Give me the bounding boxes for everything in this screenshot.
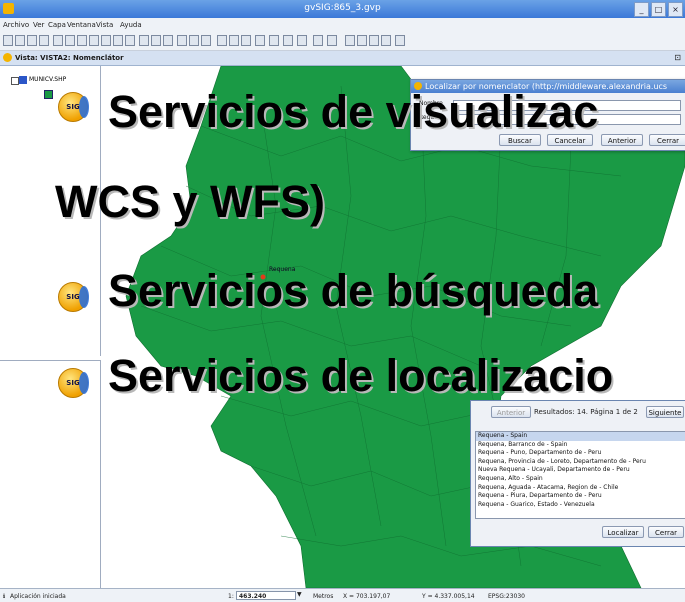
select-point-icon[interactable]	[201, 35, 211, 46]
list-item[interactable]: Requena - Spain	[476, 432, 685, 441]
list-item[interactable]: Nueva Requena - Ucayali, Departamento de…	[476, 466, 685, 475]
close-button[interactable]: ×	[668, 2, 683, 17]
table-icon[interactable]	[313, 35, 323, 46]
projection-label: EPSG:23030	[488, 593, 525, 600]
maximize-button[interactable]: □	[651, 2, 666, 17]
heading-wcs-wfs: WCS y WFS)	[55, 176, 325, 227]
results-summary: Resultados: 14. Página 1 de 2	[534, 408, 638, 416]
list-item[interactable]: Requena, Aguada - Atacama, Region de - C…	[476, 484, 685, 493]
zoom-extent-icon[interactable]	[77, 35, 87, 46]
layer-checkbox[interactable]	[11, 77, 19, 85]
list-item[interactable]: Requena - Piura, Departamento de - Peru	[476, 492, 685, 501]
menu-ayuda[interactable]: Ayuda	[120, 21, 142, 29]
info-status-icon: ℹ	[3, 593, 6, 600]
print-icon[interactable]	[39, 35, 49, 46]
x-coordinate: X = 703.197,07	[343, 593, 391, 600]
add-layer-icon[interactable]	[269, 35, 279, 46]
sig-logo-icon: SIG	[58, 282, 89, 312]
clear-selection-icon[interactable]	[255, 35, 265, 46]
status-bar: ℹ Aplicación iniciada 1: 463.240 ▼ Metro…	[0, 588, 685, 602]
save-icon[interactable]	[27, 35, 37, 46]
menu-archivo[interactable]: Archivo	[3, 21, 29, 29]
measure-distance-icon[interactable]	[177, 35, 187, 46]
sig-logo-icon: SIG	[58, 92, 89, 122]
locator-icon[interactable]	[151, 35, 161, 46]
heading-visualization-services: Servicios de visualizac	[108, 86, 599, 137]
view-title: Vista: VISTA2: Nomenclátor	[15, 54, 124, 62]
heading-location-services: Servicios de localizacio	[108, 350, 614, 401]
list-item[interactable]: Requena, Provincia de - Loreto, Departam…	[476, 458, 685, 467]
new-icon[interactable]	[3, 35, 13, 46]
vector-layer-icon	[19, 76, 27, 84]
locator-map	[0, 360, 101, 589]
scale-input[interactable]: 463.240	[236, 591, 296, 600]
results-next-button[interactable]: Siguiente	[646, 406, 684, 418]
results-close-button[interactable]: Cerrar	[648, 526, 684, 538]
window-title: gvSIG:865_3.gvp	[304, 3, 381, 13]
menu-vista[interactable]: Vista	[96, 21, 113, 29]
info-icon[interactable]	[163, 35, 173, 46]
layer-symbol-swatch	[44, 90, 53, 99]
zoom-out-icon[interactable]	[65, 35, 75, 46]
layout-icon[interactable]	[327, 35, 337, 46]
minimize-button[interactable]: _	[634, 2, 649, 17]
list-item[interactable]: Requena, Barranco de - Spain	[476, 441, 685, 450]
measure-area-icon[interactable]	[189, 35, 199, 46]
menu-ver[interactable]: Ver	[33, 21, 44, 29]
close-dialog-button[interactable]: Cerrar	[649, 134, 685, 146]
previous-button[interactable]: Anterior	[601, 134, 643, 146]
select-polygon-icon[interactable]	[229, 35, 239, 46]
wms-icon[interactable]	[357, 35, 367, 46]
editing-icon[interactable]	[345, 35, 355, 46]
y-coordinate: Y = 4.337.005,14	[422, 593, 475, 600]
sig-logo-icon: SIG	[58, 368, 89, 398]
gazetteer-icon[interactable]	[395, 35, 405, 46]
list-item[interactable]: Requena, Alto - Spain	[476, 475, 685, 484]
layer-name[interactable]: MUNICV.SHP	[29, 76, 66, 83]
view-icon	[3, 53, 12, 62]
remove-layer-icon[interactable]	[283, 35, 293, 46]
units-label: Metros	[313, 593, 334, 600]
results-previous-button[interactable]: Anterior	[491, 406, 531, 418]
title-bar: gvSIG:865_3.gvp _ □ ×	[0, 0, 685, 18]
status-message: Aplicación iniciada	[10, 593, 66, 600]
properties-icon[interactable]	[297, 35, 307, 46]
wcs-icon[interactable]	[369, 35, 379, 46]
open-icon[interactable]	[15, 35, 25, 46]
scale-dropdown-icon[interactable]: ▼	[297, 591, 302, 598]
menu-capa[interactable]: Capa	[48, 21, 66, 29]
zoom-layer-icon[interactable]	[101, 35, 111, 46]
results-list[interactable]: Requena - Spain Requena, Barranco de - S…	[475, 431, 685, 519]
zoom-select-icon[interactable]	[89, 35, 99, 46]
locate-button[interactable]: Localizar	[602, 526, 644, 538]
zoom-in-icon[interactable]	[53, 35, 63, 46]
menu-ventana[interactable]: Ventana	[67, 21, 96, 29]
view-title-bar: Vista: VISTA2: Nomenclátor ⊡	[0, 51, 685, 66]
menu-bar: Archivo Ver Capa Ventana Vista Ayuda	[0, 18, 685, 32]
list-item[interactable]: Requena - Puno, Departamento de - Peru	[476, 449, 685, 458]
select-rectangle-icon[interactable]	[217, 35, 227, 46]
wfs-icon[interactable]	[381, 35, 391, 46]
select-by-layer-icon[interactable]	[241, 35, 251, 46]
scale-prefix: 1:	[228, 593, 234, 600]
toolbar	[0, 32, 685, 51]
pan-icon[interactable]	[139, 35, 149, 46]
zoom-next-icon[interactable]	[125, 35, 135, 46]
results-dialog: Anterior Resultados: 14. Página 1 de 2 S…	[470, 400, 685, 547]
list-item[interactable]: Requena - Guarico, Estado - Venezuela	[476, 501, 685, 510]
heading-search-services: Servicios de búsqueda	[108, 265, 599, 316]
view-window-controls[interactable]: ⊡	[674, 53, 681, 62]
zoom-previous-icon[interactable]	[113, 35, 123, 46]
